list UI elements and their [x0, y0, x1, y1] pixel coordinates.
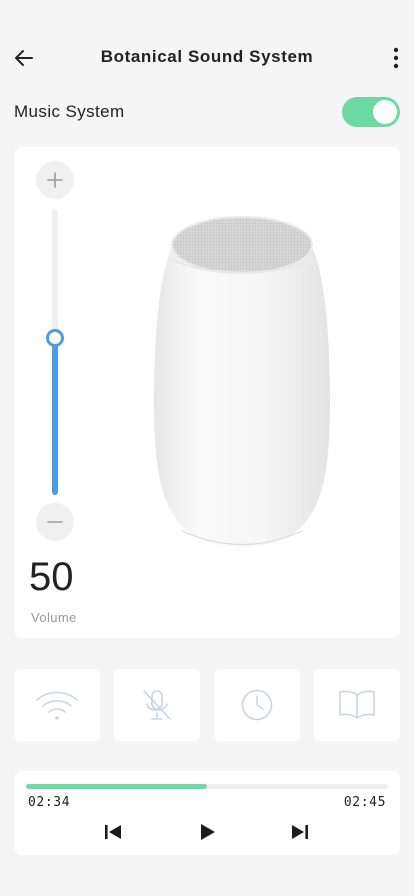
skip-previous-icon: [105, 825, 121, 839]
music-system-toggle[interactable]: [342, 97, 400, 127]
playback-progress-bar[interactable]: [26, 784, 388, 789]
mic-off-icon: [143, 690, 171, 720]
clock-icon: [241, 689, 273, 721]
volume-slider-thumb[interactable]: [46, 328, 64, 347]
volume-value: 50: [29, 555, 74, 599]
timer-button[interactable]: [214, 669, 300, 741]
book-button[interactable]: [314, 669, 400, 741]
next-track-button[interactable]: [286, 818, 314, 846]
media-player: 02:34 02:45: [14, 771, 400, 855]
plus-icon: [47, 172, 63, 188]
wifi-icon: [36, 691, 78, 720]
wifi-button[interactable]: [14, 669, 100, 741]
volume-card: 50 Volume: [14, 147, 400, 638]
more-vertical-icon: [393, 47, 399, 69]
skip-next-icon: [292, 825, 308, 839]
volume-slider[interactable]: [46, 209, 64, 495]
play-button[interactable]: [193, 818, 221, 846]
volume-label: Volume: [31, 610, 77, 625]
quick-controls: [14, 669, 400, 741]
book-icon: [339, 690, 375, 719]
current-time: 02:34: [28, 795, 71, 810]
toggle-knob: [373, 100, 397, 124]
play-icon: [201, 824, 215, 840]
page-title: Botanical Sound System: [100, 47, 314, 66]
mic-off-button[interactable]: [114, 669, 200, 741]
previous-track-button[interactable]: [99, 818, 127, 846]
more-options-button[interactable]: [386, 44, 406, 72]
volume-up-button[interactable]: [36, 161, 74, 199]
minus-icon: [47, 521, 63, 523]
volume-down-button[interactable]: [36, 503, 74, 541]
volume-slider-fill: [52, 337, 58, 495]
speaker-image: [154, 216, 330, 547]
playback-progress-fill: [26, 784, 207, 789]
total-time: 02:45: [343, 795, 386, 810]
music-system-label: Music System: [14, 102, 125, 121]
